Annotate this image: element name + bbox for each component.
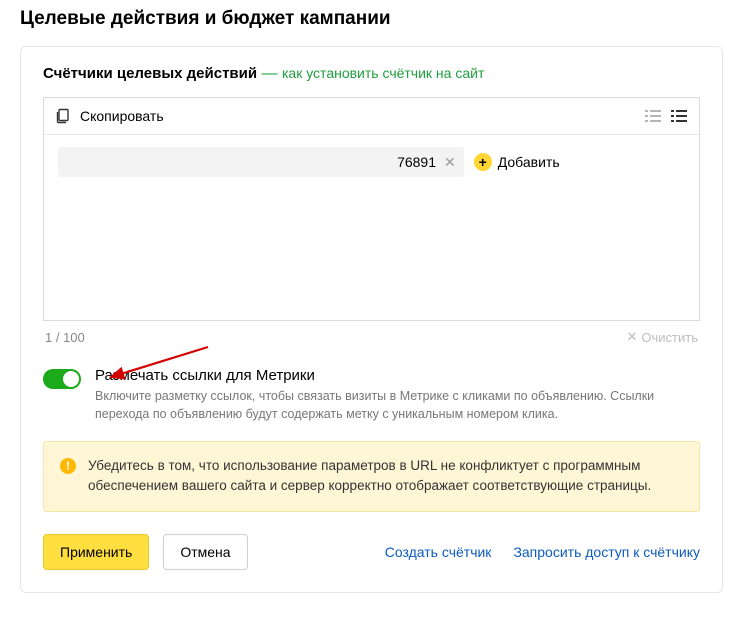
copy-icon xyxy=(56,108,72,124)
counter-chip[interactable]: 76891 ✕ xyxy=(58,147,464,177)
warning-text: Убедитесь в том, что использование парам… xyxy=(88,456,683,497)
toggle-title: Размечать ссылки для Метрики xyxy=(95,367,700,384)
view-grid-icon[interactable] xyxy=(671,109,687,123)
clear-label: Очистить xyxy=(641,330,698,345)
request-access-link[interactable]: Запросить доступ к счётчику xyxy=(513,544,700,560)
settings-card: Счётчики целевых действий — как установи… xyxy=(20,46,723,593)
counter-chip-masked xyxy=(68,147,378,177)
toggle-description: Включите разметку ссылок, чтобы связать … xyxy=(95,388,700,423)
install-counter-link[interactable]: как установить счётчик на сайт xyxy=(282,65,484,81)
counter-count: 1 / 100 xyxy=(45,330,85,345)
create-counter-link[interactable]: Создать счётчик xyxy=(385,544,492,560)
plus-icon: + xyxy=(474,153,492,171)
clear-button[interactable]: ✕ Очистить xyxy=(627,329,699,345)
counter-box: Скопировать xyxy=(43,97,700,321)
copy-label: Скопировать xyxy=(80,108,164,124)
cancel-button[interactable]: Отмена xyxy=(163,534,247,570)
apply-button[interactable]: Применить xyxy=(43,534,149,570)
toggle-knob xyxy=(63,371,79,387)
close-icon: ✕ xyxy=(627,329,638,345)
page-title: Целевые действия и бюджет кампании xyxy=(20,8,723,30)
add-counter-label: Добавить xyxy=(498,154,560,170)
card-header-label: Счётчики целевых действий xyxy=(43,65,257,82)
copy-button[interactable]: Скопировать xyxy=(56,108,164,124)
warning-icon: ! xyxy=(60,458,76,474)
mark-links-toggle[interactable] xyxy=(43,369,81,389)
counter-chip-id: 76891 xyxy=(378,154,436,170)
add-counter-button[interactable]: + Добавить xyxy=(474,153,560,171)
view-list-icon[interactable] xyxy=(645,109,661,123)
warning-notice: ! Убедитесь в том, что использование пар… xyxy=(43,441,700,512)
header-dash: — xyxy=(262,65,282,82)
card-header: Счётчики целевых действий — как установи… xyxy=(43,65,700,83)
chip-remove-icon[interactable]: ✕ xyxy=(444,154,456,171)
